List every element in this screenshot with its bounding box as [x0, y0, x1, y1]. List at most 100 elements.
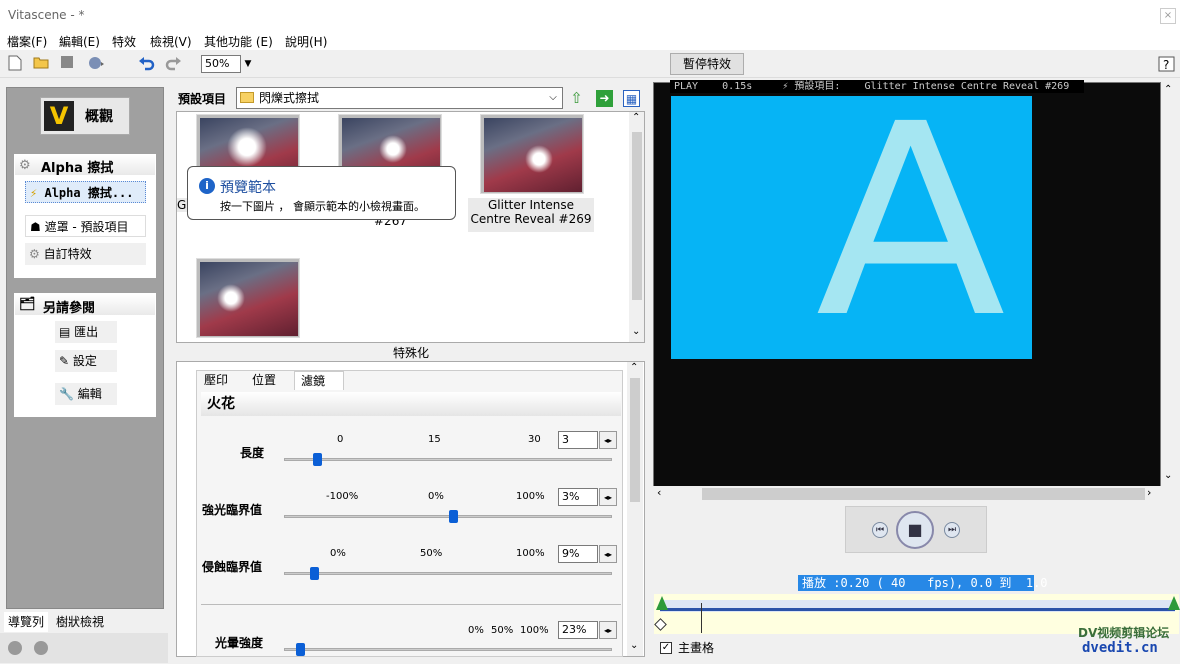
mask-icon: ☗: [30, 220, 41, 234]
param-slider[interactable]: [284, 648, 612, 651]
menu-view[interactable]: 檢視(V): [150, 33, 192, 50]
param-value-field[interactable]: 9%: [558, 545, 598, 563]
slider-thumb[interactable]: [312, 453, 322, 466]
undo-icon[interactable]: [138, 55, 156, 73]
tab-imprint[interactable]: 壓印: [198, 371, 234, 390]
tab-filter[interactable]: 濾鏡: [294, 371, 344, 390]
menu-edit[interactable]: 編輯(E): [59, 33, 100, 50]
preset-caption: Glitter Intense Centre Reveal #269: [468, 198, 594, 232]
watermark-url: dvedit.cn: [1082, 640, 1158, 656]
tick-label: 50%: [420, 548, 443, 559]
grid-view-icon[interactable]: ▦: [623, 90, 640, 107]
folder-up-icon[interactable]: ⇧: [568, 90, 585, 107]
param-slider[interactable]: [284, 572, 612, 575]
spin-arrows-icon[interactable]: ◂▸: [599, 545, 617, 563]
settings-icon: ✎: [59, 354, 70, 368]
param-label: 光暈強度: [215, 636, 264, 650]
alpha-section-header[interactable]: ⚙ Alpha 擦拭: [15, 155, 155, 176]
hscroll-thumb[interactable]: [702, 488, 1145, 500]
zoom-dropdown-icon[interactable]: ▼: [241, 55, 255, 73]
preview-tooltip: i 預覽範本 按一下圖片 ， 會顯示範本的小檢視畫面。: [187, 166, 456, 220]
param-label: 長度: [240, 446, 265, 460]
param-value-field[interactable]: 3: [558, 431, 598, 449]
tab-position[interactable]: 位置: [246, 371, 282, 390]
zoom-field[interactable]: 50%: [201, 55, 241, 73]
redo-icon[interactable]: [164, 55, 182, 73]
tab-tree-view[interactable]: 樹狀檢視: [52, 612, 108, 632]
spin-arrows-icon[interactable]: ◂▸: [599, 488, 617, 506]
status-indicator: [8, 641, 22, 655]
tick-label: 0: [337, 434, 344, 445]
lightning-icon: ⚡: [30, 186, 38, 200]
watermark-text: DV视频剪辑论坛: [1078, 626, 1170, 640]
start-marker-icon[interactable]: [656, 596, 668, 610]
end-marker-icon[interactable]: [1168, 596, 1180, 610]
menu-help[interactable]: 說明(H): [285, 33, 327, 50]
mask-preset-item[interactable]: ☗ 遮罩 - 預設項目: [25, 215, 146, 237]
param-value-field[interactable]: 23%: [558, 621, 598, 639]
preset-thumbnail[interactable]: [196, 258, 300, 338]
tick-label: 0%: [468, 625, 484, 636]
vitascene-logo: V: [44, 101, 74, 131]
previous-icon[interactable]: ⏮: [872, 522, 888, 538]
status-indicator: [34, 641, 48, 655]
info-icon: i: [199, 178, 215, 194]
param-label: 侵蝕臨界值: [202, 560, 263, 574]
parameter-scrollbar[interactable]: ⌃ ⌄: [627, 362, 643, 656]
pause-effect-button[interactable]: 暫停特效: [670, 53, 744, 75]
wrench-icon: 🔧: [59, 387, 74, 401]
tick-label: 100%: [516, 491, 545, 502]
tick-label: 0%: [330, 548, 346, 559]
custom-effect-item[interactable]: ⚙ 自訂特效: [25, 243, 146, 265]
tooltip-title: 預覽範本: [220, 180, 276, 196]
menu-other[interactable]: 其他功能 (E): [204, 33, 273, 50]
arrow-right-icon[interactable]: ➜: [596, 90, 613, 107]
stop-button[interactable]: ■: [896, 511, 934, 549]
slider-thumb[interactable]: [296, 643, 306, 656]
tick-label: -100%: [326, 491, 359, 502]
spin-arrows-icon[interactable]: ◂▸: [599, 621, 617, 639]
timeline-track: [660, 608, 1175, 611]
gear-icon: ⚙: [29, 247, 40, 261]
tab-navigation[interactable]: 導覽列: [4, 612, 49, 632]
param-value-field[interactable]: 3%: [558, 488, 598, 506]
tooltip-text: 按一下圖片 ， 會顯示範本的小檢視畫面。: [220, 200, 425, 213]
menu-file[interactable]: 檔案(F): [7, 33, 47, 50]
slider-thumb[interactable]: [309, 567, 319, 580]
chevron-down-icon[interactable]: ⌵: [546, 89, 560, 107]
param-label: 強光臨界值: [202, 503, 263, 517]
title-bar: Vitascene - * ×: [0, 0, 1180, 30]
tick-label: 50%: [491, 625, 514, 636]
svg-text:?: ?: [1163, 58, 1169, 72]
playhead[interactable]: [701, 603, 702, 633]
tick-label: 100%: [516, 548, 545, 559]
save-icon[interactable]: [58, 55, 76, 73]
window-title: Vitascene - *: [8, 8, 85, 22]
settings-item[interactable]: ✎ 設定: [55, 350, 117, 372]
export-icon: ▤: [59, 325, 71, 339]
spin-arrows-icon[interactable]: ◂▸: [599, 431, 617, 449]
gallery-scrollbar[interactable]: ⌃ ⌄: [629, 112, 644, 342]
open-folder-icon[interactable]: [32, 55, 50, 73]
preview-vscrollbar[interactable]: ⌃ ⌄: [1161, 82, 1177, 487]
main-track-checkbox[interactable]: ✓ 主畫格: [656, 637, 718, 659]
next-icon[interactable]: ⏭: [944, 522, 960, 538]
new-file-icon[interactable]: [6, 55, 24, 73]
slider-thumb[interactable]: [448, 510, 458, 523]
preview-letter: A: [815, 68, 1006, 376]
overview-button[interactable]: V 概觀: [40, 97, 130, 135]
tick-label: 30: [528, 434, 541, 445]
close-button[interactable]: ×: [1160, 8, 1176, 24]
render-icon[interactable]: [86, 55, 104, 73]
preset-combo[interactable]: 閃爍式擦拭: [236, 87, 563, 109]
param-slider[interactable]: [284, 458, 612, 461]
gear-icon: ⚙: [19, 158, 31, 173]
help-icon[interactable]: ?: [1158, 55, 1176, 73]
alpha-wipe-item[interactable]: ⚡ Alpha 擦拭...: [25, 181, 146, 203]
folder-icon: [240, 92, 254, 103]
menu-bar: 檔案(F) 編輯(E) 特效 檢視(V) 其他功能 (E) 說明(H): [0, 30, 1180, 50]
edit-item[interactable]: 🔧 編輯: [55, 383, 117, 405]
export-item[interactable]: ▤ 匯出: [55, 321, 117, 343]
menu-effects[interactable]: 特效: [112, 33, 136, 50]
preset-thumbnail[interactable]: [480, 114, 584, 194]
